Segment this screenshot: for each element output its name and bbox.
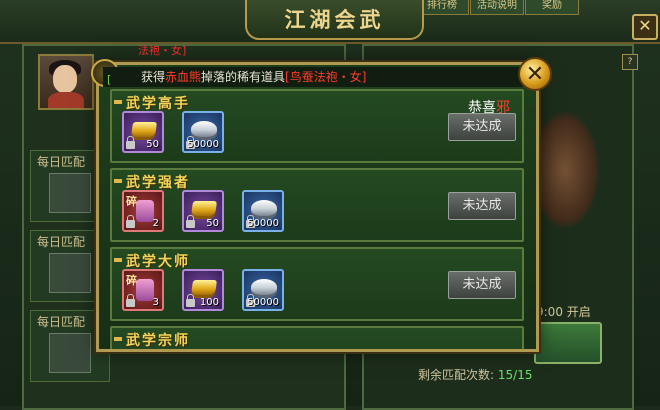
remaining-matches-value: 15/15: [497, 368, 533, 382]
item-quantity: 50000: [247, 218, 279, 229]
gold-ingot-icon: [130, 122, 158, 137]
claim-status-button[interactable]: 未达成: [448, 113, 516, 141]
claim-status-button[interactable]: 未达成: [448, 271, 516, 299]
reward-tier-row: 武学大师碎 3 100 50000 未达成: [110, 247, 524, 321]
daily-match-label: 每日匹配: [37, 235, 86, 249]
daily-match-item-icon: [49, 173, 91, 213]
daily-match-label: 每日匹配: [37, 155, 86, 169]
silver-ingot-icon: [251, 200, 277, 216]
daily-match-item-icon: [49, 253, 91, 293]
silver-ingot-icon: [251, 279, 277, 295]
gold-ingot-icon: [190, 201, 218, 216]
daily-match-label: 每日匹配: [37, 315, 86, 329]
lock-icon: [126, 294, 135, 307]
announcement-marker: [: [107, 73, 112, 86]
tier-title: 武学高手: [114, 93, 190, 113]
tab-rewards[interactable]: 奖励: [525, 0, 579, 15]
reward-tier-row: 武学强者碎 2 50 50000 未达成: [110, 168, 524, 242]
drop-announcement: [ 获得赤血熊掉落的稀有道具[鸟蚕法袍・女]: [103, 67, 523, 87]
reward-tier-row: 武学高手恭喜邪汀5050000未达成: [110, 89, 524, 163]
lock-icon: [186, 294, 195, 307]
reward-item-silver[interactable]: 50000: [242, 269, 284, 311]
silver-ingot-icon: [191, 121, 217, 137]
reward-item-gold[interactable]: 50: [122, 111, 164, 153]
open-time-label: 9:00 开启: [536, 305, 591, 319]
reward-item-gold[interactable]: 50: [182, 190, 224, 232]
reward-item-gold[interactable]: 100: [182, 269, 224, 311]
reward-item-silver[interactable]: 50000: [242, 190, 284, 232]
remaining-matches: 剩余匹配次数: 15/15: [418, 366, 532, 383]
item-quantity: 100: [199, 297, 219, 308]
announcement-middle: 掉落的稀有道具: [201, 70, 286, 84]
item-quantity: 50000: [247, 297, 279, 308]
announcement-prefix: 获得: [141, 70, 166, 84]
tier-title: 武学强者: [114, 172, 190, 192]
item-quantity: 50000: [187, 139, 219, 150]
fragment-icon: [136, 200, 154, 222]
lock-icon: [126, 136, 135, 149]
item-quantity: 50: [146, 139, 159, 150]
announcement-item: [鸟蚕法袍・女]: [285, 70, 367, 84]
tier-title: 武学宗师: [114, 330, 190, 349]
popup-close-button[interactable]: ✕: [518, 57, 552, 91]
reward-item-fragment[interactable]: 碎3: [122, 269, 164, 311]
daily-match-item-icon: [49, 333, 91, 373]
page-title: 江湖会武: [245, 0, 424, 40]
lock-icon: [186, 215, 195, 228]
reward-tier-list[interactable]: 武学高手恭喜邪汀5050000未达成武学强者碎25050000未达成武学大师碎3…: [110, 89, 524, 349]
match-button[interactable]: [534, 322, 602, 364]
achievement-popup: [ 获得赤血熊掉落的稀有道具[鸟蚕法袍・女] ✕ 武学高手恭喜邪汀5050000…: [91, 57, 552, 352]
lock-icon: [126, 215, 135, 228]
avatar-face: [53, 65, 77, 93]
player-item-tag: 法袍・女]: [138, 44, 187, 57]
tab-activity-info[interactable]: 活动说明: [470, 0, 524, 15]
window-close-button[interactable]: ✕: [632, 14, 658, 40]
emblem-icon: [530, 110, 600, 230]
fragment-icon: [136, 279, 154, 301]
gold-ingot-icon: [190, 280, 218, 295]
item-quantity: 2: [152, 218, 159, 229]
remaining-matches-label: 剩余匹配次数:: [418, 368, 495, 382]
announcement-monster: 赤血熊: [165, 70, 202, 84]
help-button[interactable]: ?: [622, 54, 638, 70]
tier-title: 武学大师: [114, 251, 190, 271]
fragment-label: 碎: [126, 195, 137, 208]
fragment-label: 碎: [126, 274, 137, 287]
reward-item-fragment[interactable]: 碎2: [122, 190, 164, 232]
item-quantity: 3: [152, 297, 159, 308]
reward-item-silver[interactable]: 50000: [182, 111, 224, 153]
avatar: [38, 54, 94, 110]
claim-status-button[interactable]: 未达成: [448, 192, 516, 220]
avatar-body: [48, 92, 84, 108]
reward-tier-row: 武学宗师: [110, 326, 524, 349]
item-quantity: 50: [206, 218, 219, 229]
